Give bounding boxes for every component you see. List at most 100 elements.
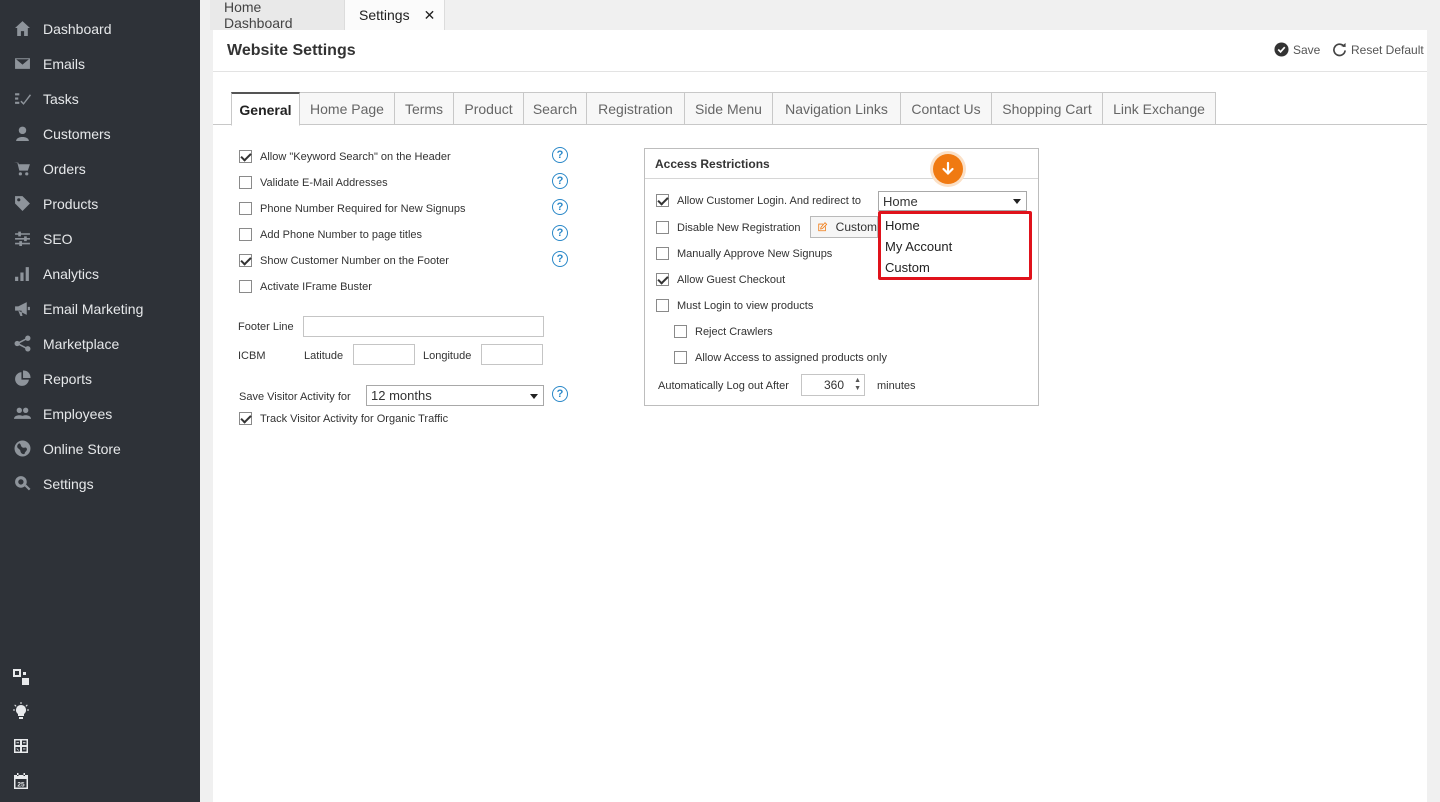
sidebar-item-orders[interactable]: Orders bbox=[0, 151, 200, 186]
settings-tabs: General Home Page Terms Product Search R… bbox=[213, 92, 1427, 126]
tab-product[interactable]: Product bbox=[454, 92, 524, 125]
sidebar-item-label: Email Marketing bbox=[43, 300, 144, 317]
logout-minutes-stepper[interactable]: 360 ▲ ▼ bbox=[801, 374, 865, 396]
reset-default-button[interactable]: Reset Default bbox=[1332, 42, 1424, 57]
sidebar-item-employees[interactable]: Employees bbox=[0, 396, 200, 431]
calendar-icon[interactable]: 25 bbox=[12, 772, 30, 790]
tab-settings[interactable]: Settings ✕ bbox=[345, 0, 445, 30]
lightbulb-icon[interactable] bbox=[12, 702, 30, 720]
sidebar-item-label: SEO bbox=[43, 230, 73, 247]
sliders-icon bbox=[12, 231, 32, 247]
sidebar-item-email-marketing[interactable]: Email Marketing bbox=[0, 291, 200, 326]
cart-icon bbox=[12, 161, 32, 177]
sidebar-item-label: Analytics bbox=[43, 265, 100, 282]
sidebar-item-label: Reports bbox=[43, 370, 93, 387]
tab-contact-us[interactable]: Contact Us bbox=[901, 92, 992, 125]
sidebar-item-online-store[interactable]: Online Store bbox=[0, 431, 200, 466]
option-label: Reject Crawlers bbox=[695, 325, 773, 338]
must-login-checkbox[interactable] bbox=[656, 299, 669, 312]
chevron-down-icon bbox=[1013, 199, 1021, 204]
pie-chart-icon bbox=[12, 370, 32, 387]
dropdown-option-home[interactable]: Home bbox=[885, 218, 920, 233]
iframe-buster-checkbox[interactable] bbox=[239, 280, 252, 293]
tab-home-dashboard[interactable]: Home Dashboard bbox=[210, 0, 345, 31]
sidebar-item-tasks[interactable]: Tasks bbox=[0, 81, 200, 116]
tab-general[interactable]: General bbox=[231, 92, 300, 126]
guest-checkout-checkbox[interactable] bbox=[656, 273, 669, 286]
tab-link-exchange[interactable]: Link Exchange bbox=[1103, 92, 1216, 125]
windows-icon[interactable] bbox=[12, 668, 30, 686]
help-icon[interactable]: ? bbox=[552, 173, 568, 189]
longitude-label: Longitude bbox=[423, 350, 472, 362]
help-icon[interactable]: ? bbox=[552, 225, 568, 241]
keyword-search-checkbox[interactable] bbox=[239, 150, 252, 163]
tasks-icon bbox=[12, 91, 32, 107]
dropdown-option-my-account[interactable]: My Account bbox=[885, 239, 952, 254]
help-icon[interactable]: ? bbox=[552, 386, 568, 402]
redirect-select[interactable]: Home bbox=[878, 191, 1027, 211]
option-label: Track Visitor Activity for Organic Traff… bbox=[260, 412, 449, 425]
tab-side-menu[interactable]: Side Menu bbox=[685, 92, 773, 125]
select-value: 12 months bbox=[371, 388, 432, 403]
footer-line-label: Footer Line bbox=[238, 321, 294, 333]
option-track-visitor: Track Visitor Activity for Organic Traff… bbox=[239, 412, 448, 425]
option-label: Phone Number Required for New Signups bbox=[260, 202, 466, 215]
footer-line-input[interactable] bbox=[303, 316, 544, 337]
option-label: Must Login to view products bbox=[677, 299, 814, 312]
sidebar-item-marketplace[interactable]: Marketplace bbox=[0, 326, 200, 361]
reject-crawlers-checkbox[interactable] bbox=[674, 325, 687, 338]
main-panel: Website Settings Save Reset Default Gene… bbox=[213, 30, 1427, 802]
option-assigned-only: Allow Access to assigned products only bbox=[674, 351, 887, 364]
option-disable-registration: Disable New Registration bbox=[656, 221, 801, 234]
phone-required-checkbox[interactable] bbox=[239, 202, 252, 215]
tab-terms[interactable]: Terms bbox=[395, 92, 454, 125]
close-icon[interactable]: ✕ bbox=[424, 7, 436, 24]
tab-navigation-links[interactable]: Navigation Links bbox=[773, 92, 901, 125]
visitor-activity-select[interactable]: 12 months bbox=[366, 385, 544, 406]
sidebar-item-customers[interactable]: Customers bbox=[0, 116, 200, 151]
sidebar-item-dashboard[interactable]: Dashboard bbox=[0, 11, 200, 46]
option-guest-checkout: Allow Guest Checkout bbox=[656, 273, 785, 286]
globe-icon bbox=[12, 440, 32, 457]
sidebar-item-settings[interactable]: Settings bbox=[0, 466, 200, 501]
sidebar-item-label: Orders bbox=[43, 160, 86, 177]
phone-titles-checkbox[interactable] bbox=[239, 228, 252, 241]
track-visitor-checkbox[interactable] bbox=[239, 412, 252, 425]
option-label: Show Customer Number on the Footer bbox=[260, 254, 449, 267]
help-icon[interactable]: ? bbox=[552, 147, 568, 163]
tab-search[interactable]: Search bbox=[524, 92, 587, 125]
allow-login-checkbox[interactable] bbox=[656, 194, 669, 207]
dropdown-option-custom[interactable]: Custom bbox=[885, 260, 930, 275]
option-allow-login: Allow Customer Login. And redirect to bbox=[656, 194, 861, 207]
help-icon[interactable]: ? bbox=[552, 199, 568, 215]
home-icon bbox=[12, 21, 32, 37]
save-button[interactable]: Save bbox=[1274, 42, 1320, 57]
disable-registration-checkbox[interactable] bbox=[656, 221, 669, 234]
option-manual-approve: Manually Approve New Signups bbox=[656, 247, 832, 260]
sidebar-item-label: Emails bbox=[43, 55, 86, 72]
user-icon bbox=[12, 126, 32, 142]
manual-approve-checkbox[interactable] bbox=[656, 247, 669, 260]
option-customer-number: Show Customer Number on the Footer bbox=[239, 254, 449, 267]
assigned-only-checkbox[interactable] bbox=[674, 351, 687, 364]
customer-number-checkbox[interactable] bbox=[239, 254, 252, 267]
tab-shopping-cart[interactable]: Shopping Cart bbox=[992, 92, 1103, 125]
select-value: Home bbox=[883, 193, 918, 209]
sidebar-item-reports[interactable]: Reports bbox=[0, 361, 200, 396]
tab-registration[interactable]: Registration bbox=[587, 92, 685, 125]
tab-home-page[interactable]: Home Page bbox=[300, 92, 395, 125]
reset-label: Reset Default bbox=[1351, 42, 1424, 57]
sidebar-item-products[interactable]: Products bbox=[0, 186, 200, 221]
latitude-input[interactable] bbox=[353, 344, 415, 365]
sidebar-item-analytics[interactable]: Analytics bbox=[0, 256, 200, 291]
validate-email-checkbox[interactable] bbox=[239, 176, 252, 189]
sidebar-item-seo[interactable]: SEO bbox=[0, 221, 200, 256]
custom-button[interactable]: Custom bbox=[810, 216, 878, 238]
spin-arrows-icon[interactable]: ▲ ▼ bbox=[854, 377, 861, 393]
calculator-icon[interactable] bbox=[12, 737, 30, 755]
sidebar-item-emails[interactable]: Emails bbox=[0, 46, 200, 81]
option-iframe-buster: Activate IFrame Buster bbox=[239, 280, 372, 293]
help-icon[interactable]: ? bbox=[552, 251, 568, 267]
longitude-input[interactable] bbox=[481, 344, 543, 365]
sidebar-item-label: Customers bbox=[43, 125, 111, 142]
